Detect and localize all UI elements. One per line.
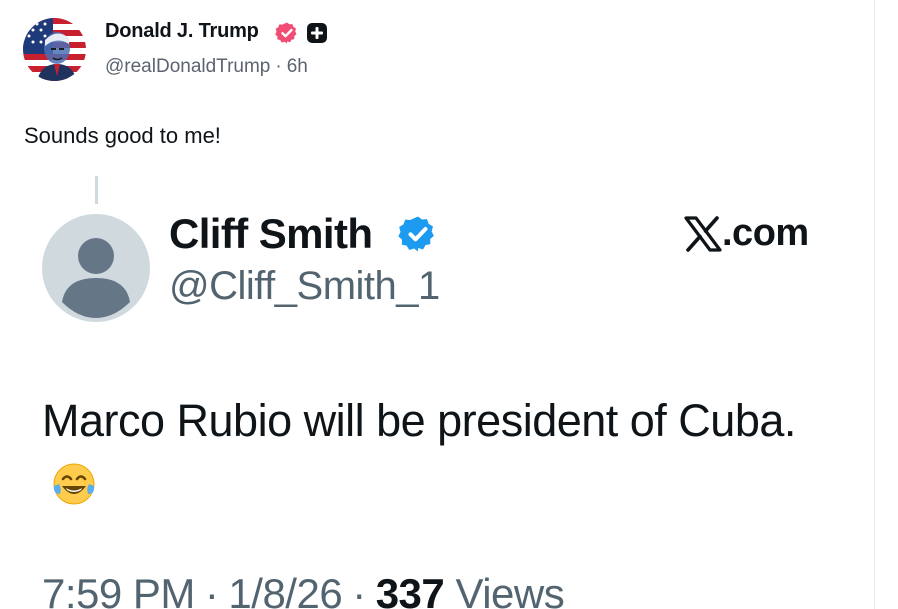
embedded-tweet-text-content: Marco Rubio will be president of Cuba. <box>42 395 796 446</box>
column-divider <box>874 0 875 609</box>
author-avatar[interactable] <box>23 18 86 81</box>
author-handle[interactable]: @realDonaldTrump <box>105 56 270 77</box>
meta-separator: · <box>275 56 282 77</box>
american-flag-portrait-avatar <box>23 18 86 81</box>
embedded-tweet-text: Marco Rubio will be president of Cuba. <box>42 388 802 520</box>
views-count: 337 <box>375 570 445 609</box>
embedded-tweet-meta: 7:59 PM · 1/8/26 · 337 Views <box>42 570 565 609</box>
meta-separator: · <box>352 570 366 609</box>
author-meta: @realDonaldTrump · 6h <box>105 56 308 78</box>
plus-square-icon[interactable] <box>306 22 328 44</box>
embedded-tweet-date: 1/8/26 <box>228 570 343 609</box>
post-card: Donald J. Trump @realDonaldTrump · 6h Soun… <box>0 0 874 609</box>
embedded-author-name: Cliff Smith <box>169 210 373 257</box>
thread-line <box>95 176 98 204</box>
embedded-tweet-image[interactable]: Cliff Smith @Cliff_Smith_1 .com Marco Ru… <box>0 170 874 609</box>
views-label: Views <box>455 570 565 609</box>
author-display-name[interactable]: Donald J. Trump <box>105 20 259 43</box>
post-text: Sounds good to me! <box>24 123 221 148</box>
post-time-ago[interactable]: 6h <box>287 56 308 77</box>
x-logo-icon <box>684 216 722 252</box>
meta-separator: · <box>204 570 219 609</box>
embedded-tweet-time: 7:59 PM <box>42 570 195 609</box>
verified-badge-icon <box>398 216 434 252</box>
verified-badge-icon <box>275 22 297 44</box>
source-domain: .com <box>722 212 809 254</box>
embedded-author-handle: @Cliff_Smith_1 <box>169 264 440 308</box>
default-user-avatar <box>42 214 150 322</box>
face-with-tears-of-joy-icon <box>53 463 95 505</box>
